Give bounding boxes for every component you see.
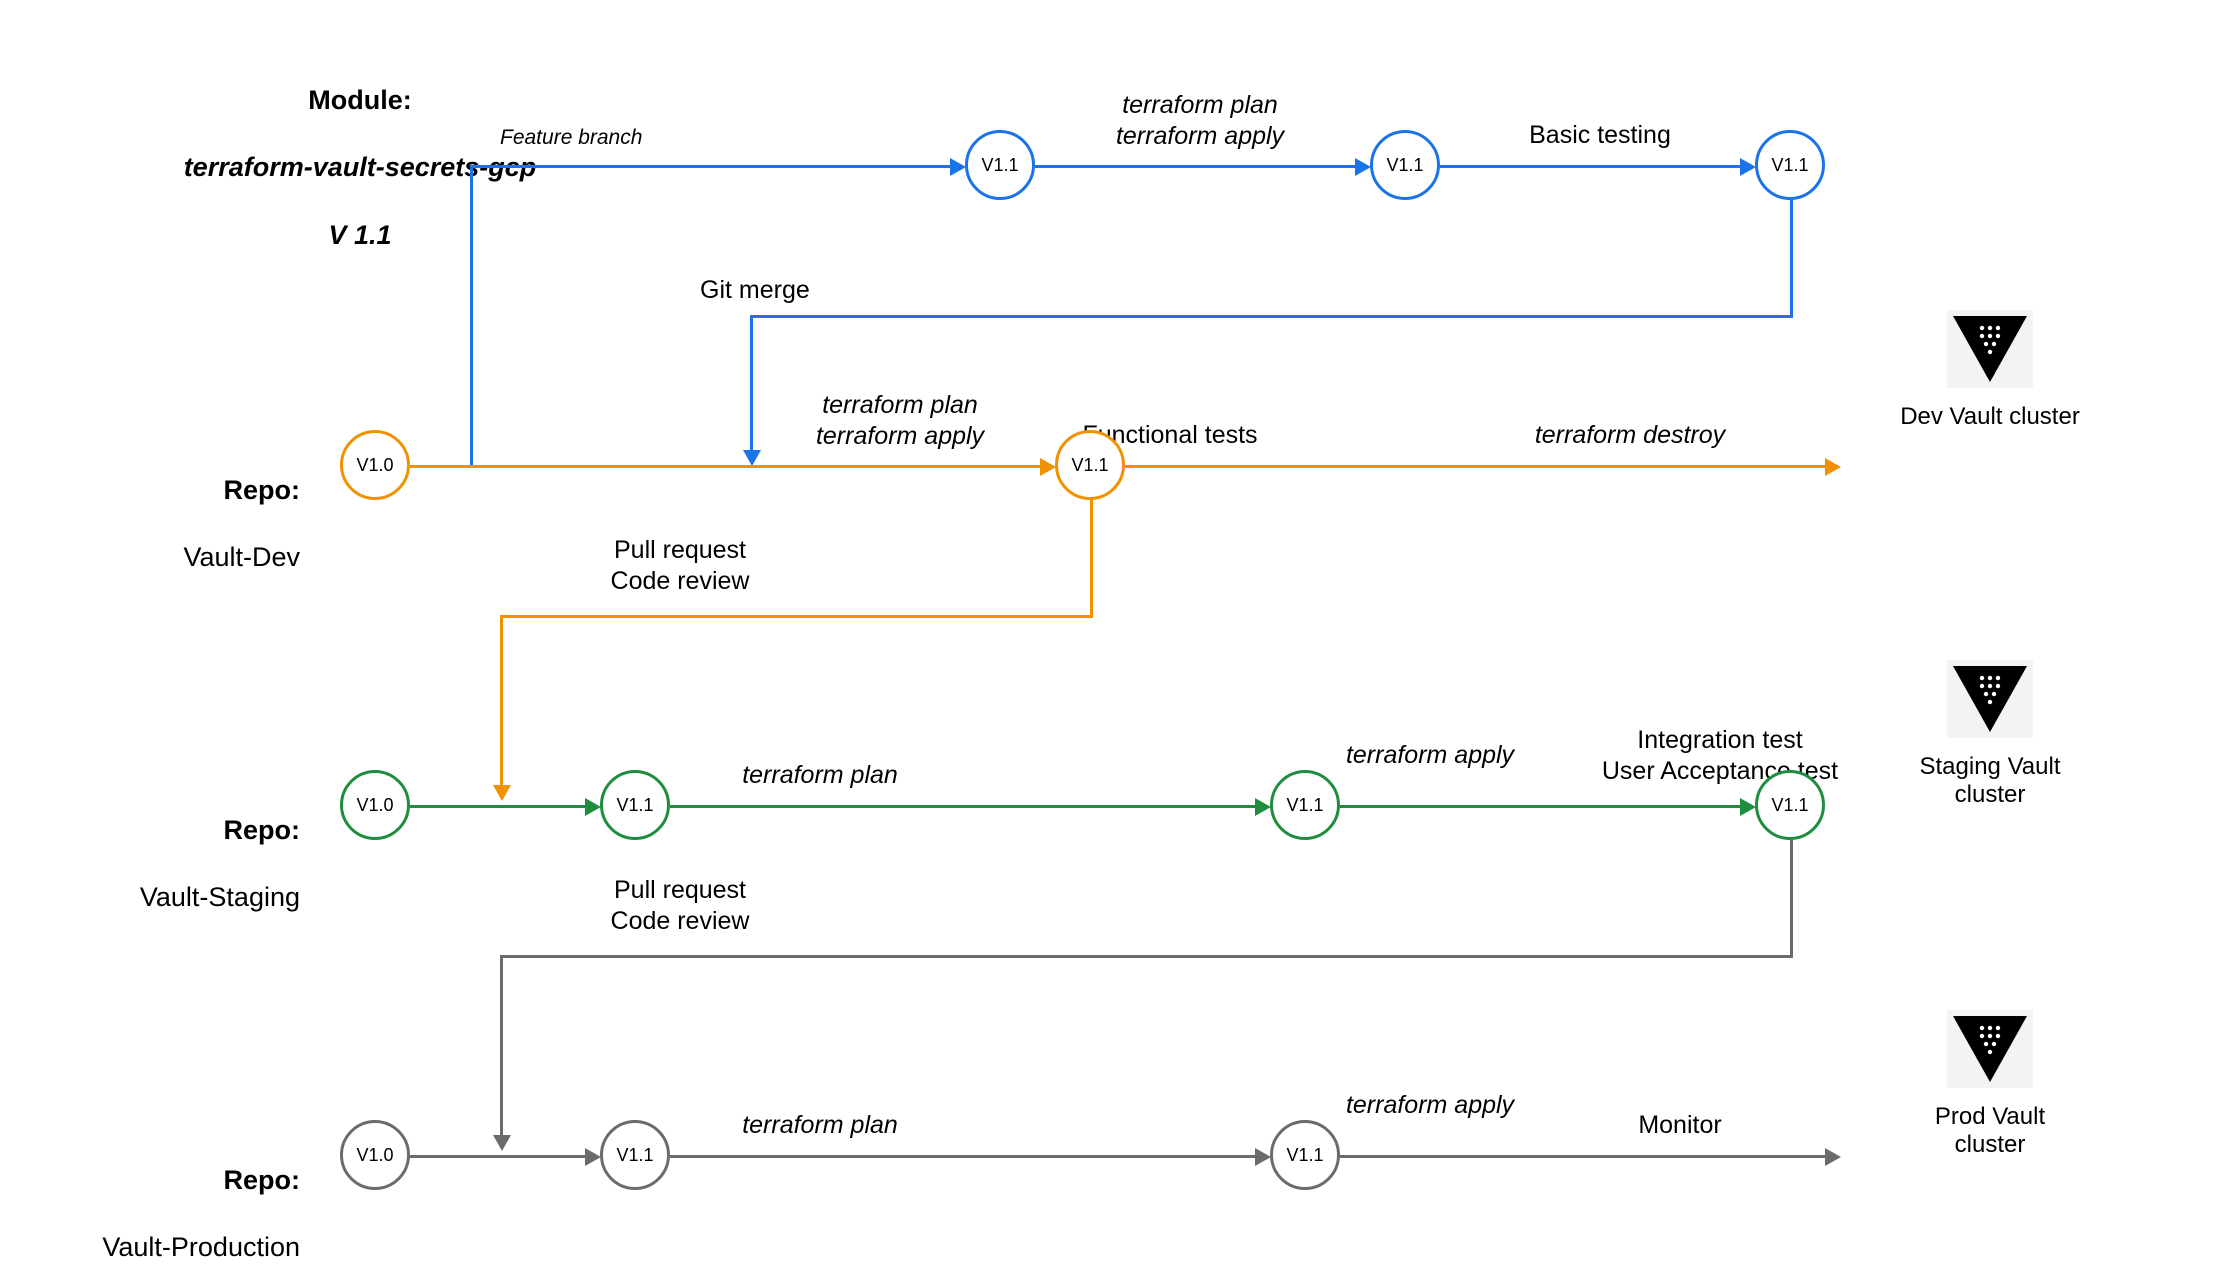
line-blue-v2 [1790,200,1793,315]
label-orange-pr: Pull request Code review [560,535,800,598]
label-integration-uat: Integration test User Acceptance test [1560,725,1880,788]
row-title-staging-label: Repo: [224,815,301,845]
label-green-apply: terraform apply [1310,740,1550,771]
vault-staging-label: Staging Vault cluster [1890,753,2090,809]
node-staging-v11-b-label: V1.1 [1286,795,1323,816]
label-gray-pr: Pull request Code review [560,875,800,938]
row-title-dev-name: Vault-Dev [183,542,300,572]
line-orange-h1 [410,465,1040,468]
node-staging-v11-b: V1.1 [1270,770,1340,840]
label-basic-testing: Basic testing [1470,120,1730,151]
label-monitor: Monitor [1580,1110,1780,1141]
line-gray-h3 [1340,1155,1825,1158]
node-blue-1: V1.1 [965,130,1035,200]
row-title-staging: Repo: Vault-Staging [60,780,300,915]
arrow-gray-2 [1255,1148,1271,1166]
row-title-prod: Repo: Vault-Production [30,1130,300,1265]
line-blue-h3 [1440,165,1740,168]
node-staging-v11-c-label: V1.1 [1771,795,1808,816]
line-gray-h2 [670,1155,1255,1158]
node-prod-v11-b-label: V1.1 [1286,1145,1323,1166]
node-dev-v10: V1.0 [340,430,410,500]
vault-staging-cluster: Staging Vault cluster [1890,660,2090,809]
arrow-orange-2 [1825,458,1841,476]
node-prod-v11-b: V1.1 [1270,1120,1340,1190]
line-blue-v1 [470,165,473,468]
arrow-orange-down [493,785,511,801]
node-blue-1-label: V1.1 [981,155,1018,176]
node-staging-v10: V1.0 [340,770,410,840]
node-staging-v10-label: V1.0 [356,795,393,816]
arrow-blue-2 [1355,158,1371,176]
node-blue-3: V1.1 [1755,130,1825,200]
node-blue-3-label: V1.1 [1771,155,1808,176]
line-blue-h2 [1035,165,1355,168]
line-blue-h4 [750,315,1793,318]
node-prod-v10-label: V1.0 [356,1145,393,1166]
arrow-gray-down [493,1135,511,1151]
node-orange-v11-label: V1.1 [1071,455,1108,476]
vault-dev-label: Dev Vault cluster [1900,403,2080,431]
module-title: Module: terraform-vault-secrets-gcp V 1.… [150,50,570,253]
line-gray-h1 [410,1155,585,1158]
module-title-line1: Module: [308,85,411,115]
line-blue-h1 [470,165,950,168]
line-gray-v2 [500,955,503,1135]
arrow-green-3 [1740,798,1756,816]
node-blue-2: V1.1 [1370,130,1440,200]
vault-dev-cluster: Dev Vault cluster [1900,310,2080,431]
arrow-green-1 [585,798,601,816]
label-tf-destroy: terraform destroy [1480,420,1780,451]
line-green-h1 [410,805,585,808]
node-blue-2-label: V1.1 [1386,155,1423,176]
row-title-prod-label: Repo: [224,1165,301,1195]
node-dev-v10-label: V1.0 [356,455,393,476]
node-orange-v11: V1.1 [1055,430,1125,500]
row-title-dev-label: Repo: [224,475,301,505]
arrow-blue-3 [1740,158,1756,176]
row-title-prod-name: Vault-Production [102,1232,300,1262]
label-green-plan: terraform plan [700,760,940,791]
line-gray-h0 [500,955,1793,958]
line-gray-v1 [1790,840,1793,955]
line-orange-h3 [500,615,1093,618]
line-orange-h2 [1125,465,1825,468]
vault-icon [1947,660,2033,738]
diagram-canvas: Module: terraform-vault-secrets-gcp V 1.… [0,0,2215,1260]
label-blue-plan-apply: terraform plan terraform apply [1060,90,1340,153]
vault-prod-cluster: Prod Vault cluster [1900,1010,2080,1159]
label-gray-plan: terraform plan [700,1110,940,1141]
node-staging-v11-a-label: V1.1 [616,795,653,816]
label-feature-branch: Feature branch [500,125,642,151]
arrow-blue-down [743,450,761,466]
vault-icon [1947,1010,2033,1088]
arrow-green-2 [1255,798,1271,816]
node-prod-v11-a-label: V1.1 [616,1145,653,1166]
vault-prod-label: Prod Vault cluster [1900,1103,2080,1159]
line-orange-v2 [500,615,503,785]
label-orange-plan-apply: terraform plan terraform apply [780,390,1020,453]
arrow-blue-1 [950,158,966,176]
row-title-dev: Repo: Vault-Dev [90,440,300,575]
arrow-orange-1 [1040,458,1056,476]
label-git-merge: Git merge [700,275,810,306]
arrow-gray-3 [1825,1148,1841,1166]
label-gray-apply: terraform apply [1310,1090,1550,1121]
line-blue-v3 [750,315,753,450]
line-orange-v1 [1090,500,1093,615]
node-prod-v10: V1.0 [340,1120,410,1190]
node-prod-v11-a: V1.1 [600,1120,670,1190]
node-staging-v11-a: V1.1 [600,770,670,840]
row-title-staging-name: Vault-Staging [140,882,300,912]
line-green-h3 [1340,805,1740,808]
arrow-gray-1 [585,1148,601,1166]
line-green-h2 [670,805,1255,808]
node-staging-v11-c: V1.1 [1755,770,1825,840]
vault-icon [1947,310,2033,388]
module-title-line3: V 1.1 [328,220,391,250]
